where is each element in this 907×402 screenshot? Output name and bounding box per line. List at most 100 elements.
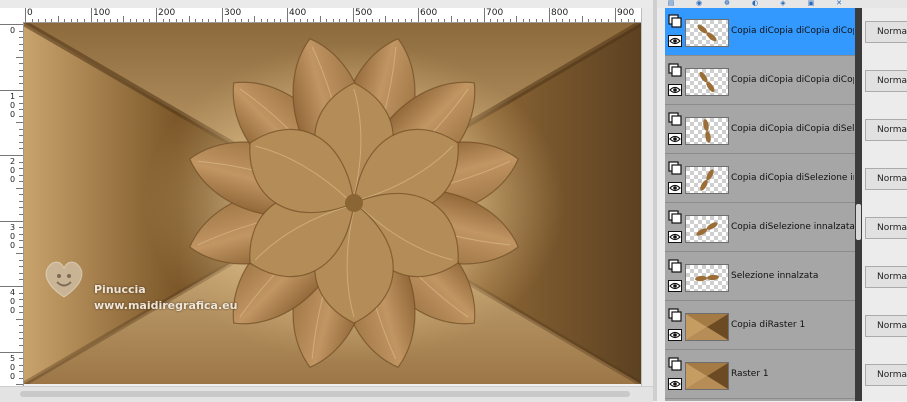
blend-mode-column: Normal Normal Normal Normal Normal Normal Norm… [862, 8, 907, 401]
layer-row[interactable]: Copia diSelezione innalzata [665, 204, 855, 252]
blend-mode-button[interactable]: Normal [865, 119, 907, 141]
layer-thumbnail[interactable] [685, 117, 729, 145]
blend-mode-button[interactable]: Normal [865, 21, 907, 43]
layer-thumbnail[interactable] [685, 19, 729, 47]
ruler-tick [621, 19, 622, 22]
ruler-tick [130, 19, 131, 22]
layer-lock-icon[interactable] [668, 308, 682, 322]
ruler-tick [169, 19, 170, 22]
layer-row[interactable]: Copia diCopia diCopia diCopia d [665, 8, 855, 56]
ruler-label: 0 [9, 306, 16, 315]
ruler-tick [248, 19, 249, 22]
layer-visibility-eye-icon[interactable] [668, 133, 682, 145]
layer-thumbnail[interactable] [685, 313, 729, 341]
layer-visibility-eye-icon[interactable] [668, 280, 682, 292]
ruler-tick [19, 63, 23, 64]
ruler-tick [529, 19, 530, 22]
layer-row[interactable]: Selezione innalzata [665, 253, 855, 301]
ruler-tick [339, 19, 340, 22]
layer-thumbnail[interactable] [685, 362, 729, 390]
vertical-ruler: 0100200300400500 [0, 22, 24, 386]
layer-lock-icon[interactable] [668, 357, 682, 371]
layer-thumbnail[interactable] [685, 68, 729, 96]
layer-row[interactable]: Copia diRaster 1 [665, 302, 855, 350]
blend-mode-button[interactable]: Normal [865, 168, 907, 190]
layers-icon[interactable]: ▤ [667, 0, 675, 7]
layer-lock-icon[interactable] [668, 161, 682, 175]
blend-mode-button[interactable]: Normal [865, 364, 907, 386]
layer-visibility-eye-icon[interactable] [668, 329, 682, 341]
ruler-label: 900 [617, 8, 635, 18]
ruler-tick [19, 31, 23, 32]
ruler-tick [19, 201, 23, 202]
ruler-tick [117, 19, 118, 22]
scrollbar-thumb[interactable] [20, 391, 630, 397]
ruler-label: 0 [9, 101, 16, 110]
ruler-tick [608, 19, 609, 22]
ruler-tick [32, 19, 33, 22]
layer-row[interactable]: Raster 1 [665, 351, 855, 399]
layer-name: Raster 1 [731, 369, 769, 379]
ruler-tick [588, 19, 589, 22]
ruler-label: 0 [27, 8, 33, 18]
ruler-tick [0, 90, 23, 91]
layer-thumbnail[interactable] [685, 264, 729, 292]
layer-lock-icon[interactable] [668, 63, 682, 77]
ruler-tick [19, 135, 23, 136]
canvas-horizontal-scrollbar[interactable] [0, 386, 653, 402]
ruler-tick [19, 345, 23, 346]
layer-lock-icon[interactable] [668, 210, 682, 224]
layer-row[interactable]: Copia diCopia diSelezione innalz [665, 155, 855, 203]
ruler-tick [353, 8, 354, 22]
ruler-tick [189, 16, 190, 22]
ruler-tick [0, 352, 23, 353]
ruler-tick [176, 19, 177, 22]
layer-thumbnail[interactable] [685, 215, 729, 243]
group-icon[interactable]: ▣ [807, 0, 815, 7]
layers-toolbar: ▤ ◉ ☸ ◐ ◈ ▣ ✕ [657, 0, 907, 8]
ruler-tick [425, 19, 426, 22]
blend-mode-button[interactable]: Normal [865, 315, 907, 337]
layer-visibility-eye-icon[interactable] [668, 182, 682, 194]
layer-row[interactable]: Copia diCopia diCopia diCopia d [665, 57, 855, 105]
blend-mode-button[interactable]: Normal [865, 266, 907, 288]
ruler-tick [274, 19, 275, 22]
link-icon[interactable]: ☸ [723, 0, 731, 7]
ruler-tick [19, 325, 23, 326]
layer-row[interactable]: Copia diCopia diCopia diSelezio [665, 106, 855, 154]
layer-thumbnail[interactable] [685, 166, 729, 194]
ruler-tick [294, 19, 295, 22]
layer-name: Copia diRaster 1 [731, 320, 806, 330]
ruler-tick [182, 19, 183, 22]
watermark-name: Pinuccia [94, 283, 146, 296]
ruler-tick [64, 19, 65, 22]
blend-mode-button[interactable]: Normal [865, 70, 907, 92]
ruler-tick [77, 19, 78, 22]
layers-scrollbar[interactable] [855, 8, 862, 401]
layer-visibility-eye-icon[interactable] [668, 84, 682, 96]
layer-lock-icon[interactable] [668, 259, 682, 273]
ruler-tick [19, 148, 23, 149]
ruler-tick [366, 19, 367, 22]
ruler-tick [19, 312, 23, 313]
layer-lock-icon[interactable] [668, 112, 682, 126]
eye-icon[interactable]: ◉ [695, 0, 703, 7]
ruler-tick [19, 142, 23, 143]
layer-name: Copia diSelezione innalzata [731, 222, 854, 232]
blend-mode-button[interactable]: Normal [865, 217, 907, 239]
layers-scrollbar-handle[interactable] [856, 204, 861, 240]
top-toolbar-strip [0, 0, 653, 8]
ruler-label: 500 [355, 8, 373, 18]
ruler-tick [19, 273, 23, 274]
ruler-label: 0 [9, 26, 16, 35]
layer-visibility-eye-icon[interactable] [668, 378, 682, 390]
delete-icon[interactable]: ✕ [835, 0, 843, 7]
layer-visibility-eye-icon[interactable] [668, 35, 682, 47]
image-canvas[interactable]: Pinuccia www.maidiregrafica.eu [24, 23, 641, 384]
mask-icon[interactable]: ◐ [751, 0, 759, 7]
adjust-icon[interactable]: ◈ [779, 0, 787, 7]
ruler-tick [19, 338, 23, 339]
layer-visibility-eye-icon[interactable] [668, 231, 682, 243]
layer-lock-icon[interactable] [668, 14, 682, 28]
ruler-tick [16, 319, 23, 320]
